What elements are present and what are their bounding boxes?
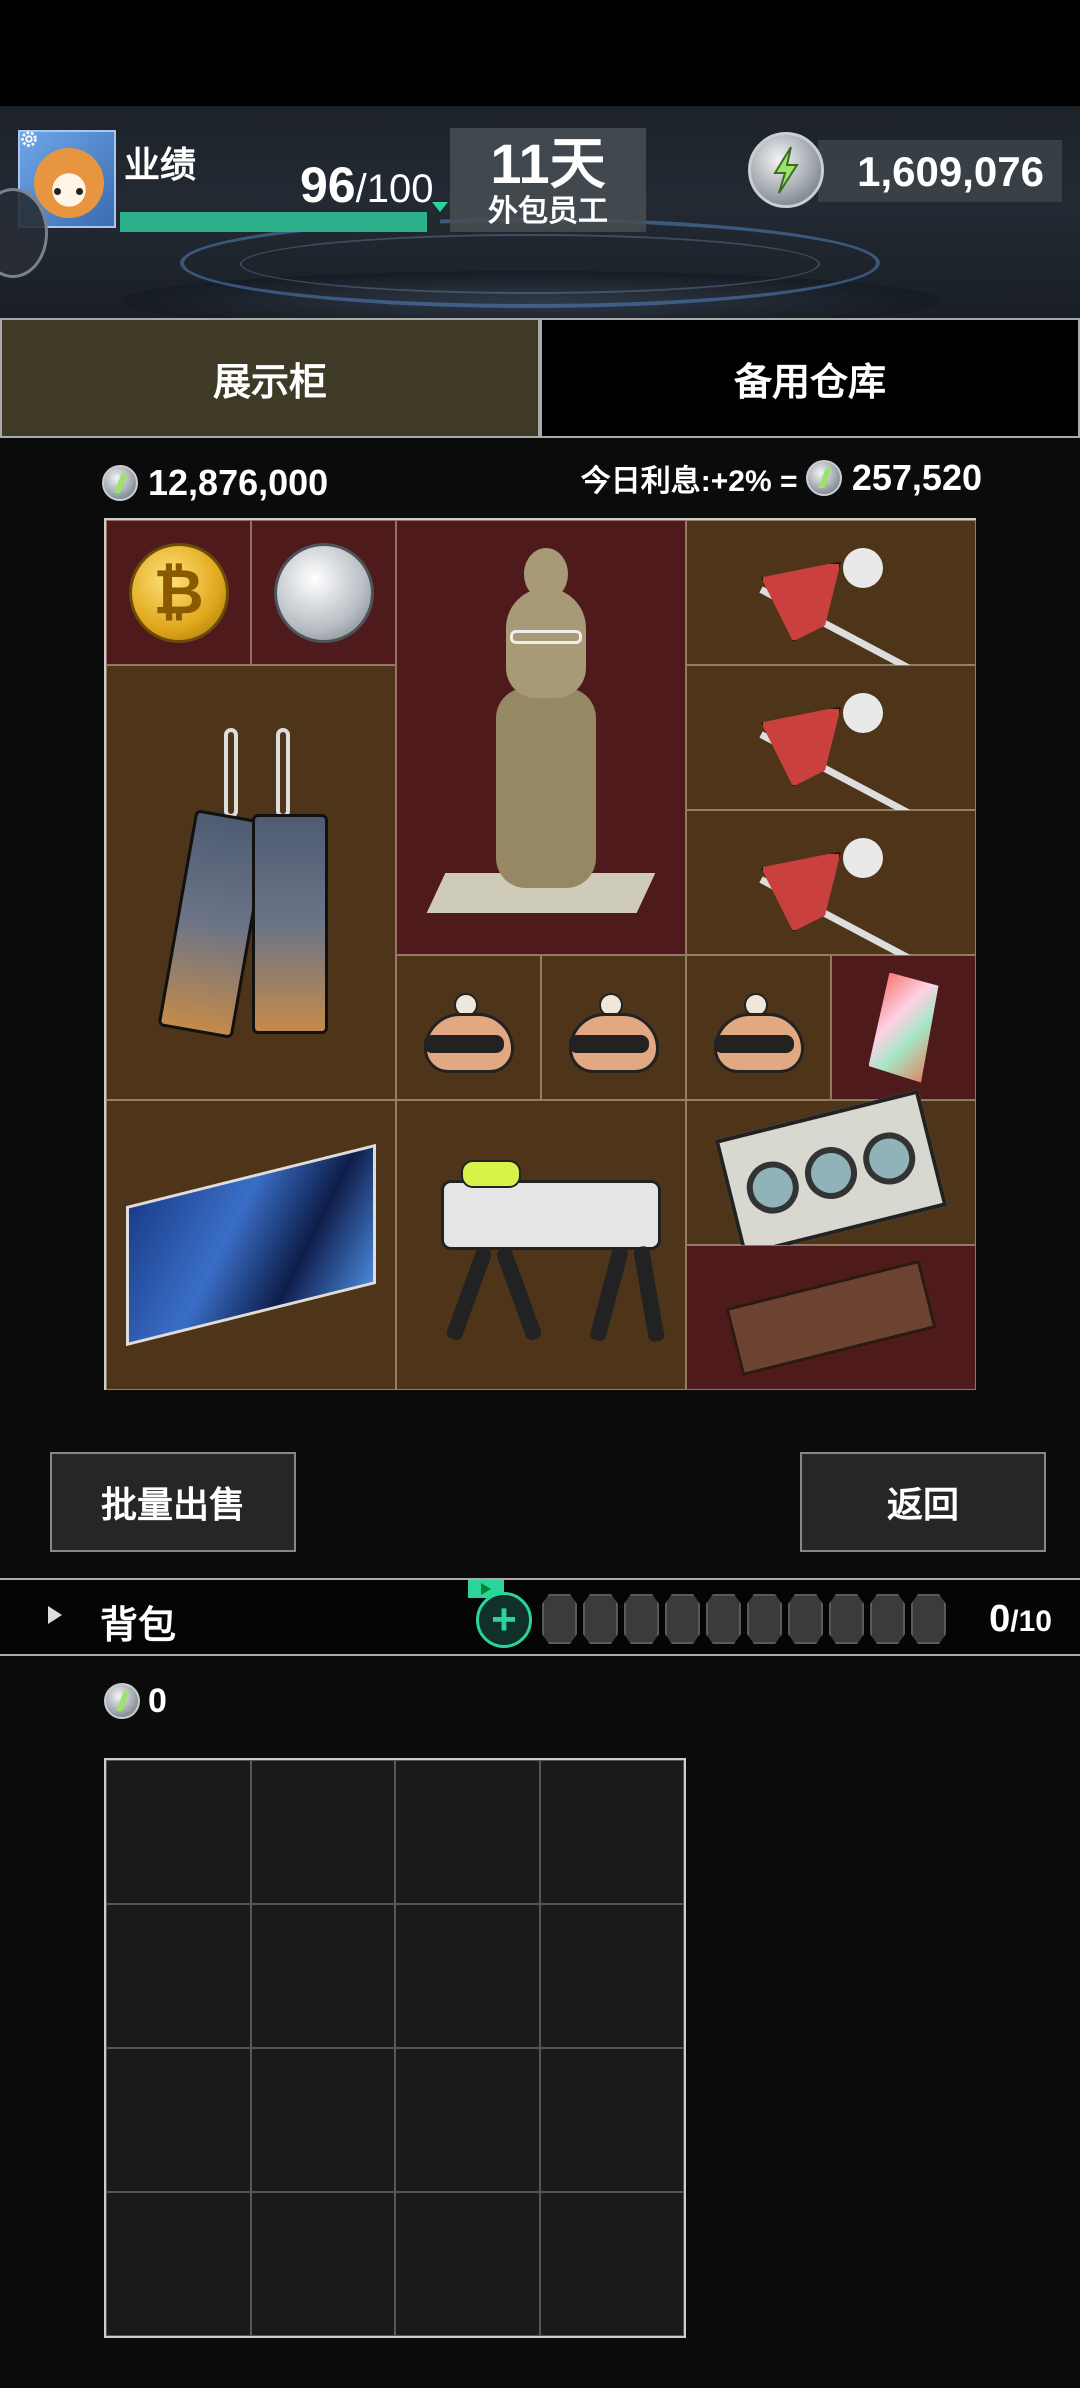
performance-marker-icon — [432, 202, 448, 212]
energy-coin-icon — [748, 132, 824, 208]
grid-item-robot-dog[interactable] — [396, 1100, 686, 1390]
robot-dog-icon — [401, 1140, 681, 1350]
grid-item-pick[interactable] — [686, 520, 976, 677]
backpack-label: 背包 — [100, 1605, 177, 1647]
backpack-slot-icon — [911, 1594, 946, 1644]
pick-icon — [731, 673, 931, 822]
backpack-grid-cell[interactable] — [395, 1760, 540, 1904]
backpack-grid-cell[interactable] — [250, 1760, 395, 1904]
backpack-grid-cell[interactable] — [395, 2048, 540, 2192]
backpack-slot-icon — [747, 1594, 782, 1644]
background-ring-inner — [240, 234, 820, 294]
energy-coin-icon — [104, 1683, 140, 1720]
pants-icon — [157, 727, 336, 1039]
grid-item-graphics-card[interactable] — [686, 1088, 976, 1257]
grid-item-pick[interactable] — [686, 665, 976, 822]
backpack-grid-cell[interactable] — [106, 1760, 251, 1904]
statue-icon — [426, 547, 656, 928]
backpack-slot-icon — [665, 1594, 700, 1644]
grid-item-wooden-box[interactable] — [686, 1245, 976, 1390]
grid-item-silver-coin[interactable] — [251, 520, 396, 665]
status-bar-area — [0, 0, 1080, 106]
expand-arrow-icon[interactable] — [48, 1606, 62, 1624]
helmet-icon — [414, 983, 524, 1073]
backpack-slot-icon — [829, 1594, 864, 1644]
back-button[interactable]: 返回 — [800, 1452, 1046, 1552]
backpack-slot-icon — [706, 1594, 741, 1644]
backpack-slot-icon — [788, 1594, 823, 1644]
bitcoin-coin-icon: ₿ — [128, 542, 229, 643]
backpack-count-max: /10 — [1010, 1605, 1052, 1638]
grid-item-bitcoin[interactable]: ₿ — [106, 520, 251, 665]
backpack-count-current: 0 — [989, 1598, 1011, 1640]
grid-item-overalls[interactable] — [106, 665, 396, 1100]
helmet-icon — [704, 983, 814, 1073]
day-count: 11天 — [490, 132, 606, 195]
backpack-total-value: 0 — [104, 1680, 167, 1721]
crystal-icon — [868, 972, 939, 1083]
interest-label: 今日利息:+2% = — [580, 465, 798, 498]
backpack-slot-icon — [870, 1594, 905, 1644]
box-icon — [725, 1259, 937, 1376]
grid-item-statue[interactable] — [396, 520, 686, 955]
backpack-grid-cell[interactable] — [250, 2192, 395, 2336]
interest-amount: 257,520 — [851, 457, 982, 498]
add-slot-button[interactable]: + — [476, 1592, 532, 1648]
backpack-grid-cell[interactable] — [106, 2192, 251, 2336]
backpack-bar[interactable]: 背包 + 0/10 — [0, 1578, 1080, 1656]
gpu-icon — [714, 1088, 948, 1257]
bulk-sell-button[interactable]: 批量出售 — [50, 1452, 296, 1552]
grid-item-pick[interactable] — [686, 810, 976, 967]
grid-item-helmet[interactable] — [396, 955, 541, 1100]
energy-coin-icon — [805, 460, 842, 496]
backpack-grid-cell[interactable] — [539, 2048, 684, 2192]
backpack-count: 0/10 — [989, 1598, 1052, 1641]
backpack-grid-cell[interactable] — [539, 1760, 684, 1904]
backpack-slot-icon — [542, 1594, 577, 1644]
backpack-grid-cell[interactable] — [106, 1904, 251, 2048]
tab-display-case[interactable]: 展示柜 — [0, 318, 540, 438]
map-icon — [126, 1143, 376, 1347]
backpack-grid-cell[interactable] — [250, 1904, 395, 2048]
energy-coin-icon — [102, 465, 138, 502]
job-title: 外包员工 — [488, 195, 608, 228]
backpack-grid-cell[interactable] — [395, 2192, 540, 2336]
backpack-slot-icon — [624, 1594, 659, 1644]
performance-progress-bar — [120, 212, 440, 232]
backpack-grid-cell[interactable] — [539, 1904, 684, 2048]
gear-icon[interactable] — [18, 128, 40, 150]
daily-interest: 今日利息:+2% = 257,520 — [581, 456, 982, 500]
money-display: 1,609,076 — [818, 140, 1062, 202]
tab-spare-warehouse[interactable]: 备用仓库 — [540, 318, 1080, 438]
pick-icon — [731, 528, 931, 677]
shiba-avatar-icon — [34, 148, 104, 218]
performance-current: 96 — [300, 157, 356, 213]
backpack-grid-cell[interactable] — [250, 2048, 395, 2192]
backpack-grid-cell[interactable] — [539, 2192, 684, 2336]
helmet-icon — [559, 983, 669, 1073]
backpack-grid-cell[interactable] — [395, 1904, 540, 2048]
backpack-slot-icon — [583, 1594, 618, 1644]
grid-item-helmet[interactable] — [686, 955, 831, 1100]
backpack-slots — [542, 1594, 946, 1644]
grid-item-crystal[interactable] — [831, 955, 976, 1100]
silver-coin-icon — [273, 542, 374, 643]
display-total-value: 12,876,000 — [102, 460, 328, 504]
day-counter: 11天 外包员工 — [450, 128, 646, 232]
performance-max: /100 — [355, 167, 434, 211]
tab-bar: 展示柜 备用仓库 — [0, 318, 1080, 438]
performance-label: 业绩 — [124, 144, 197, 185]
performance-progress-fill — [120, 212, 428, 232]
pick-icon — [731, 818, 931, 967]
backpack-grid-cell[interactable] — [106, 2048, 251, 2192]
money-value: 1,609,076 — [857, 148, 1044, 195]
performance-value: 96/100 — [300, 156, 433, 214]
backpack-total-amount: 0 — [148, 1681, 167, 1720]
display-total-amount: 12,876,000 — [148, 462, 329, 504]
backpack-grid — [104, 1758, 686, 2338]
display-case-grid: ₿ — [104, 518, 976, 1390]
grid-item-helmet[interactable] — [541, 955, 686, 1100]
grid-item-star-map[interactable] — [106, 1100, 396, 1390]
